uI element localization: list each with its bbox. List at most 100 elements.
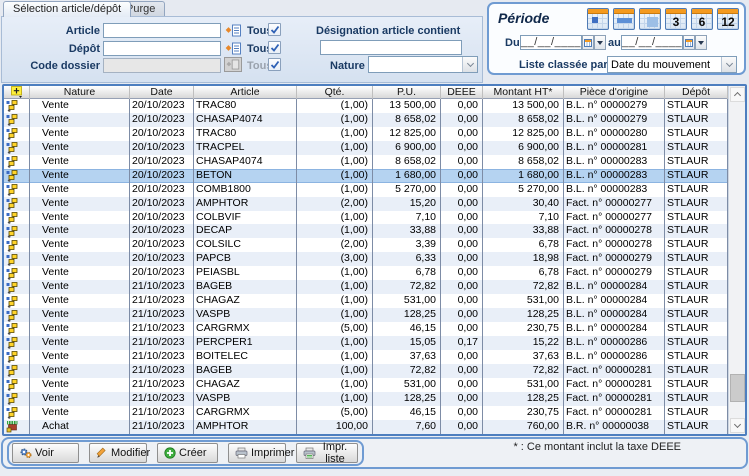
table-row[interactable]: Vente21/10/2023BAGEB(1,00)72,820,0072,82… [4,280,745,294]
column-header-date[interactable]: Date [130,86,194,99]
sale-movement-icon [4,183,30,197]
column-header-piece[interactable]: Pièce d'origine [564,86,665,99]
period-6-months-button[interactable]: 6 [691,8,713,30]
cell-article: TRACPEL [194,141,297,155]
column-header-pu[interactable]: P.U. [373,86,441,99]
table-row[interactable]: Vente21/10/2023CHAGAZ(1,00)531,000,00531… [4,378,745,392]
period-12-months-button[interactable]: 12 [717,8,739,30]
tous-dossier-checkbox[interactable] [268,58,281,71]
column-header-depot[interactable]: Dépôt [665,86,728,99]
cell-pu: 6,78 [373,266,441,280]
chevron-up-icon [734,92,741,99]
cell-piece: B.R. n° 00000038 [564,420,665,434]
article-input[interactable] [103,23,221,38]
au-calendar-button[interactable] [683,35,695,50]
table-row[interactable]: Vente20/10/2023DECAP(1,00)33,880,0033,88… [4,224,745,238]
depot-input[interactable] [103,41,221,56]
du-dropdown-button[interactable] [594,35,606,50]
column-chooser-icon[interactable] [4,86,30,99]
impr-liste-button[interactable]: Impr. liste [296,443,358,463]
chevron-down-icon[interactable] [721,57,736,72]
du-calendar-button[interactable] [582,35,594,50]
cell-qte: (5,00) [297,322,373,336]
table-row[interactable]: Vente21/10/2023PERCPER1(1,00)15,050,1715… [4,336,745,350]
scrollbar-thumb[interactable] [730,374,745,402]
table-row[interactable]: Vente20/10/2023AMPHTOR(2,00)15,200,0030,… [4,197,745,211]
table-row[interactable]: Vente21/10/2023BOITELEC(1,00)37,630,0037… [4,350,745,364]
cell-deee: 0,00 [441,99,483,113]
table-row[interactable]: Vente20/10/2023TRACPEL(1,00)6 900,000,00… [4,141,745,155]
scroll-down-button[interactable] [730,418,745,433]
table-row[interactable]: Vente21/10/2023BAGEB(1,00)72,820,0072,82… [4,364,745,378]
cell-qte: (1,00) [297,364,373,378]
table-row[interactable]: Achat21/10/2023AMPHTOR100,007,600,00760,… [4,420,745,434]
table-row[interactable]: Vente21/10/2023CHAGAZ(1,00)531,000,00531… [4,294,745,308]
table-row[interactable]: Vente20/10/2023TRAC80(1,00)13 500,000,00… [4,99,745,113]
table-row[interactable]: Vente20/10/2023CHASAP4074(1,00)8 658,020… [4,155,745,169]
cell-deee: 0,00 [441,420,483,434]
table-row[interactable]: Vente20/10/2023COLBVIF(1,00)7,100,007,10… [4,211,745,225]
table-row[interactable]: Vente21/10/2023CARGRMX(5,00)46,150,00230… [4,322,745,336]
table-row[interactable]: Vente21/10/2023VASPB(1,00)128,250,00128,… [4,308,745,322]
au-date-input[interactable]: __/__/____ [621,35,683,50]
tous-depot-checkbox[interactable] [268,41,281,54]
table-row[interactable]: Vente20/10/2023CHASAP4074(1,00)8 658,020… [4,113,745,127]
cell-article: DECAP [194,224,297,238]
table-row[interactable]: Vente20/10/2023COLSILC(2,00)3,390,006,78… [4,238,745,252]
du-date-input[interactable]: __/__/____ [520,35,582,50]
chevron-down-icon[interactable] [462,57,477,72]
cell-deee: 0,00 [441,211,483,225]
table-row[interactable]: Vente20/10/2023COMB1800(1,00)5 270,000,0… [4,183,745,197]
column-header-deee[interactable]: DEEE [441,86,483,99]
article-label: Article [0,25,100,37]
scroll-up-button[interactable] [730,87,745,102]
cell-montant: 8 658,02 [483,113,564,127]
column-header-qte[interactable]: Qté. [297,86,373,99]
cell-depot: STLAUR [665,155,728,169]
table-row[interactable]: Vente21/10/2023CARGRMX(5,00)46,150,00230… [4,406,745,420]
designation-input[interactable] [320,40,462,55]
cell-article: AMPHTOR [194,420,297,434]
cell-nature: Vente [30,224,130,238]
table-row[interactable]: Vente20/10/2023BETON(1,00)1 680,000,001 … [4,169,745,183]
column-header-nature[interactable]: Nature [30,86,130,99]
tab-selection-article-depot[interactable]: Sélection article/dépôt [3,1,131,17]
nature-select[interactable] [368,56,478,73]
table-row[interactable]: Vente20/10/2023PAPCB(3,00)6,330,0018,98F… [4,252,745,266]
cell-piece: Fact. n° 00000281 [564,406,665,420]
column-header-montant[interactable]: Montant HT* [483,86,564,99]
table-row[interactable]: Vente20/10/2023PEIASBL(1,00)6,780,006,78… [4,266,745,280]
column-header-article[interactable]: Article [194,86,297,99]
tous-article-checkbox[interactable] [268,23,281,36]
au-dropdown-button[interactable] [695,35,707,50]
cell-date: 20/10/2023 [130,252,194,266]
period-month-button[interactable] [639,8,661,30]
sort-select[interactable]: Date du mouvement [607,56,737,73]
cell-qte: (2,00) [297,197,373,211]
cell-depot: STLAUR [665,350,728,364]
modifier-button[interactable]: Modifier [89,443,147,463]
period-3-months-button[interactable]: 3 [665,8,687,30]
cell-pu: 8 658,02 [373,155,441,169]
article-list-picker-icon[interactable] [225,24,242,37]
creer-button[interactable]: Créer [157,443,218,463]
cell-pu: 6 900,00 [373,141,441,155]
depot-list-picker-icon[interactable] [225,42,242,55]
gears-icon [19,447,32,459]
vertical-scrollbar[interactable] [728,86,745,434]
table-row[interactable]: Vente20/10/2023TRAC80(1,00)12 825,000,00… [4,127,745,141]
table-row[interactable]: Vente21/10/2023VASPB(1,00)128,250,00128,… [4,392,745,406]
cell-pu: 128,25 [373,392,441,406]
voir-button[interactable]: Voir [12,443,79,463]
cell-date: 20/10/2023 [130,183,194,197]
imprimer-button[interactable]: Imprimer [228,443,286,463]
cell-nature: Vente [30,350,130,364]
cell-montant: 1 680,00 [483,169,564,183]
printer-icon [235,447,248,459]
cell-deee: 0,00 [441,238,483,252]
period-week-button[interactable] [613,8,635,30]
cell-montant: 15,22 [483,336,564,350]
cell-depot: STLAUR [665,197,728,211]
calendar-icon [685,39,693,47]
period-day-button[interactable] [587,8,609,30]
